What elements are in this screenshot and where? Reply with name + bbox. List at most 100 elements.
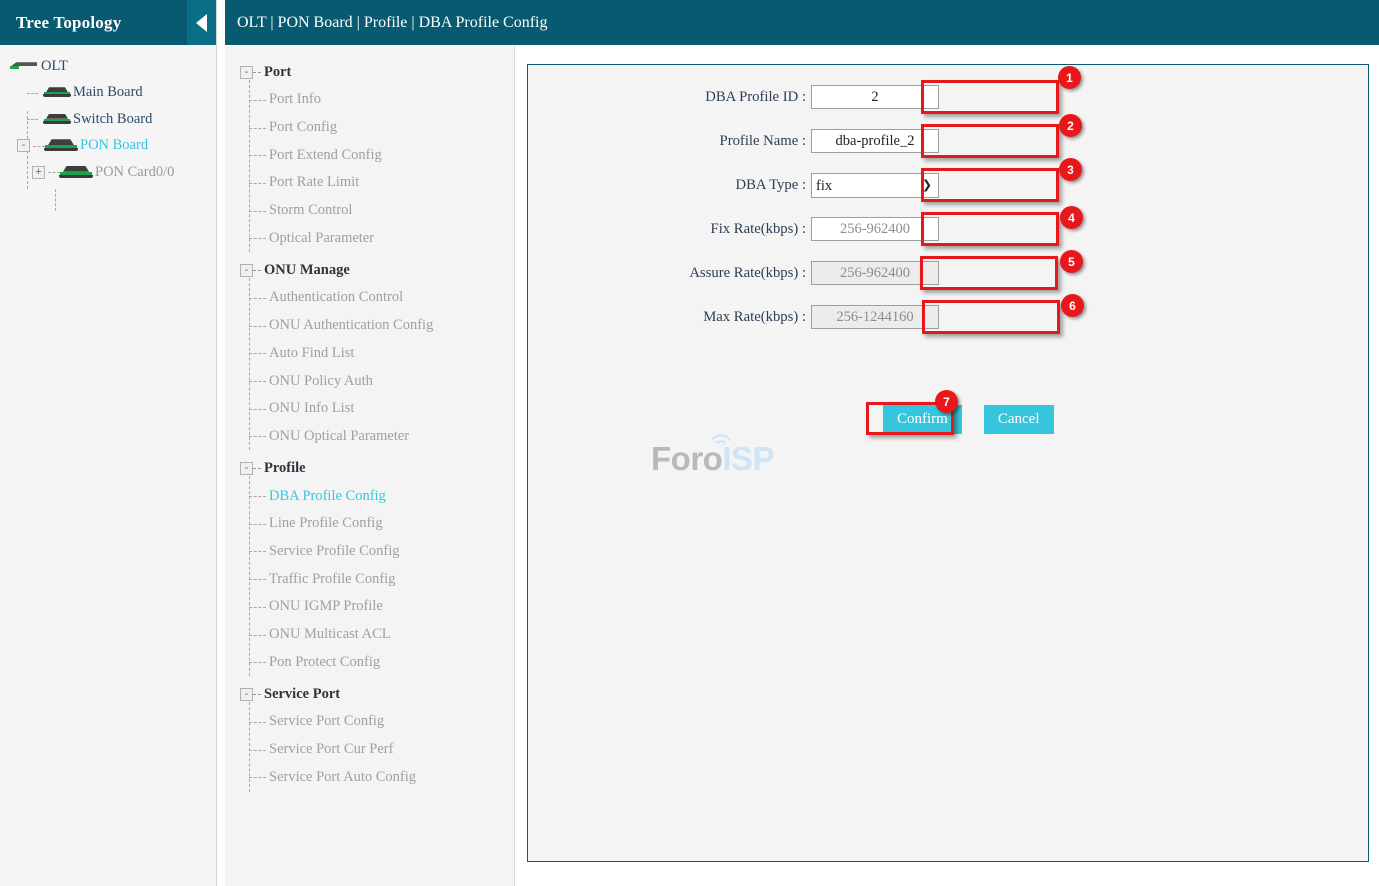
tree-branch-line: [55, 189, 56, 211]
menu-item-port-rate-limit[interactable]: Port Rate Limit: [225, 169, 514, 197]
field-row-fix-rate: Fix Rate(kbps) :: [631, 217, 939, 241]
menu-item-label: Port Extend Config: [269, 146, 382, 163]
menu-item-onu-info-list[interactable]: ONU Info List: [225, 395, 514, 423]
menu-group-header[interactable]: - ONU Manage: [225, 256, 514, 284]
menu-item-auto-find-list[interactable]: Auto Find List: [225, 340, 514, 368]
menu-item-label: Service Profile Config: [269, 542, 400, 559]
menu-group-items: Authentication Control ONU Authenticatio…: [225, 278, 514, 451]
menu-group-header[interactable]: - Service Port: [225, 680, 514, 708]
dba-type-select[interactable]: fix assure assure+max max: [811, 173, 939, 198]
menu-item-service-port-cur-perf[interactable]: Service Port Cur Perf: [225, 736, 514, 764]
highlight-box-3: [921, 168, 1059, 202]
menu-item-line-profile-config[interactable]: Line Profile Config: [225, 510, 514, 538]
menu-item-onu-authentication-config[interactable]: ONU Authentication Config: [225, 312, 514, 340]
menu-item-label: Auto Find List: [269, 344, 355, 361]
menu-item-onu-multicast-acl[interactable]: ONU Multicast ACL: [225, 621, 514, 649]
menu-connector: [249, 662, 266, 664]
fix-rate-input[interactable]: [811, 217, 939, 241]
profile-name-input[interactable]: [811, 129, 939, 153]
watermark-text-foro: Foro: [651, 440, 723, 477]
menu-group-label: Service Port: [264, 685, 341, 702]
caret-left-glyph: [196, 13, 207, 32]
menu-item-optical-parameter[interactable]: Optical Parameter: [225, 224, 514, 252]
tree-node-label: OLT: [41, 57, 68, 74]
menu-expander-icon[interactable]: -: [240, 461, 253, 475]
menu-connector: [249, 210, 266, 212]
menu-item-label: Port Config: [269, 119, 338, 136]
field-label: Fix Rate(kbps) :: [710, 220, 806, 237]
menu-connector: [249, 297, 266, 299]
menu-item-label: ONU Optical Parameter: [269, 427, 410, 444]
menu-connector: [249, 381, 266, 383]
menu-group-items: Port Info Port Config Port Extend Config…: [225, 80, 514, 252]
menu-item-pon-protect-config[interactable]: Pon Protect Config: [225, 648, 514, 676]
highlight-box-1: [921, 80, 1059, 114]
menu-item-label: ONU Info List: [269, 400, 355, 417]
menu-connector: [249, 353, 266, 355]
menu-item-label: Authentication Control: [269, 289, 404, 306]
menu-item-storm-control[interactable]: Storm Control: [225, 197, 514, 225]
menu-connector: [249, 155, 266, 157]
tree-connector: [27, 92, 38, 94]
tree-node-label: Switch Board: [73, 110, 153, 127]
menu-connector: [249, 496, 266, 498]
menu-item-port-info[interactable]: Port Info: [225, 86, 514, 114]
menu-item-service-port-config[interactable]: Service Port Config: [225, 708, 514, 736]
menu-item-port-extend-config[interactable]: Port Extend Config: [225, 141, 514, 169]
menu-expander-icon[interactable]: -: [240, 65, 253, 79]
tree-node-switch-board[interactable]: Switch Board: [0, 106, 216, 133]
menu-item-label: ONU Multicast ACL: [269, 626, 391, 643]
navigation-menu-panel: - Port Port Info Port Config Port Extend…: [225, 46, 515, 886]
menu-group-label: Profile: [264, 459, 306, 476]
menu-item-service-profile-config[interactable]: Service Profile Config: [225, 538, 514, 566]
menu-item-onu-optical-parameter[interactable]: ONU Optical Parameter: [225, 423, 514, 451]
annotation-badge-1: 1: [1058, 66, 1081, 89]
tree-node-pon-card[interactable]: + PON Card0/0: [0, 159, 216, 186]
menu-item-service-port-auto-config[interactable]: Service Port Auto Config: [225, 763, 514, 791]
field-label: Profile Name :: [719, 132, 806, 149]
assure-rate-input[interactable]: [811, 261, 939, 285]
menu-item-label: Service Port Cur Perf: [269, 741, 394, 758]
cancel-button[interactable]: Cancel: [983, 405, 1054, 434]
device-board-icon: [43, 87, 71, 98]
max-rate-input[interactable]: [811, 305, 939, 329]
menu-item-label: Optical Parameter: [269, 229, 375, 246]
tree-topology-header: Tree Topology: [0, 0, 216, 45]
device-olt-icon: [9, 61, 39, 71]
menu-item-dba-profile-config[interactable]: DBA Profile Config: [225, 482, 514, 510]
tree-node-main-board[interactable]: Main Board: [0, 80, 216, 107]
annotation-badge-6: 6: [1061, 294, 1084, 317]
tree-node-pon-board[interactable]: - PON Board: [0, 133, 216, 160]
tree-node-olt[interactable]: OLT: [0, 53, 216, 80]
menu-item-traffic-profile-config[interactable]: Traffic Profile Config: [225, 565, 514, 593]
menu-item-label: ONU Policy Auth: [269, 372, 373, 389]
field-row-dba-type: DBA Type : fix assure assure+max max ❯: [631, 173, 939, 198]
menu-item-label: DBA Profile Config: [269, 487, 386, 504]
tree-expander-expand[interactable]: +: [32, 165, 45, 179]
menu-item-onu-igmp-profile[interactable]: ONU IGMP Profile: [225, 593, 514, 621]
tree-connector: [27, 119, 38, 120]
menu-group-header[interactable]: - Port: [225, 58, 514, 86]
menu-group-onu-manage: - ONU Manage Authentication Control ONU …: [225, 256, 514, 451]
menu-item-authentication-control[interactable]: Authentication Control: [225, 284, 514, 312]
menu-expander-icon[interactable]: -: [240, 687, 253, 701]
dba-profile-config-form: ForoISP DBA Profile ID : 1 Profile Name …: [527, 64, 1369, 862]
menu-item-onu-policy-auth[interactable]: ONU Policy Auth: [225, 367, 514, 395]
field-row-profile-name: Profile Name :: [631, 129, 939, 153]
annotation-badge-7: 7: [935, 390, 958, 413]
menu-group-items: DBA Profile Config Line Profile Config S…: [225, 476, 514, 677]
tree-topology-title: Tree Topology: [16, 12, 122, 32]
dba-profile-id-input[interactable]: [811, 85, 939, 109]
field-label: Max Rate(kbps) :: [703, 308, 806, 325]
caret-left-icon[interactable]: [187, 0, 216, 45]
field-label: DBA Type :: [735, 177, 806, 193]
menu-expander-icon[interactable]: -: [240, 263, 253, 277]
menu-item-port-config[interactable]: Port Config: [225, 114, 514, 142]
menu-connector: [253, 693, 261, 695]
menu-item-label: Traffic Profile Config: [269, 570, 396, 587]
menu-connector: [249, 408, 266, 410]
highlight-box-2: [921, 124, 1059, 158]
tree-expander-collapse[interactable]: -: [17, 139, 30, 153]
menu-item-label: Line Profile Config: [269, 515, 383, 532]
menu-group-header[interactable]: - Profile: [225, 454, 514, 482]
